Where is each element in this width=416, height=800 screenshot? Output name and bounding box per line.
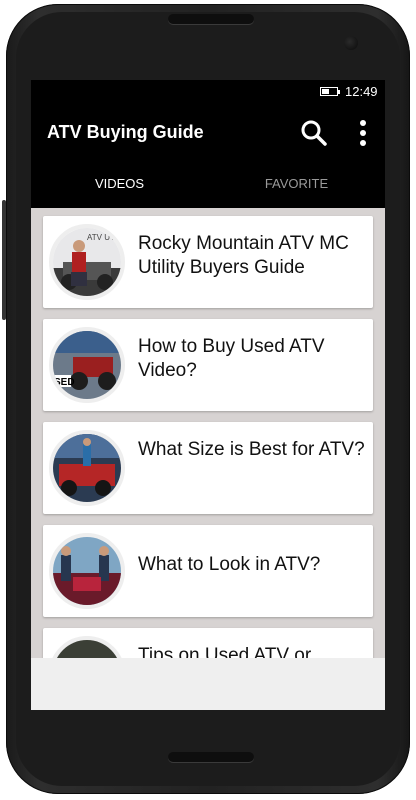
video-card[interactable]: SED How to Buy Used ATV Video? — [43, 319, 373, 411]
video-thumbnail: SED — [49, 327, 125, 403]
earpiece-speaker — [168, 14, 254, 24]
front-camera — [344, 36, 358, 50]
search-icon[interactable] — [299, 118, 329, 148]
app-toolbar: ATV Buying Guide — [31, 104, 385, 162]
status-time: 12:49 — [345, 84, 378, 99]
video-card[interactable]: What to Look in ATV? — [43, 525, 373, 617]
more-vert-icon[interactable] — [351, 118, 375, 148]
video-card[interactable]: What Size is Best for ATV? — [43, 422, 373, 514]
tab-bar: VIDEOS FAVORITE — [31, 162, 385, 208]
video-title: What to Look in ATV? — [138, 554, 321, 575]
video-thumbnail: ATV UTI — [49, 224, 125, 300]
battery-icon — [320, 87, 340, 96]
video-thumbnail — [49, 533, 125, 609]
video-card[interactable]: ATV UTI Rocky Mountain ATV MC Utility Bu… — [43, 216, 373, 308]
video-thumbnail — [49, 636, 125, 658]
bottom-panel — [31, 658, 385, 710]
battery-level — [322, 89, 329, 94]
video-title: What Size is Best for ATV? — [138, 439, 365, 460]
side-button — [2, 200, 6, 320]
video-title: How to Buy Used ATV Video? — [138, 336, 325, 381]
video-card[interactable]: Tips on Used ATV or — [43, 628, 373, 658]
tab-favorite[interactable]: FAVORITE — [208, 162, 385, 208]
status-bar: 12:49 — [31, 80, 385, 104]
video-title: Rocky Mountain ATV MC Utility Buyers Gui… — [138, 233, 349, 278]
thumbnail-text: ATV UTI — [87, 233, 117, 242]
app-screen: 12:49 ATV Buying Guide VIDEOS FAVORITE A… — [31, 80, 385, 710]
bottom-speaker — [168, 752, 254, 762]
thumbnail-text: SED — [54, 377, 75, 388]
video-title: Tips on Used ATV or — [138, 645, 312, 658]
video-thumbnail — [49, 430, 125, 506]
video-list[interactable]: ATV UTI Rocky Mountain ATV MC Utility Bu… — [31, 208, 385, 658]
tab-videos[interactable]: VIDEOS — [31, 162, 208, 208]
app-title: ATV Buying Guide — [47, 122, 204, 142]
